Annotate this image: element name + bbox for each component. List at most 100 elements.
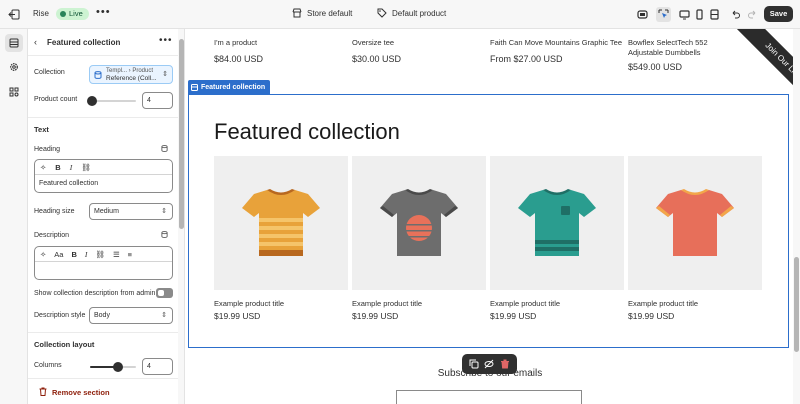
panel-scrollbar-thumb[interactable]: [179, 39, 184, 229]
dynamic-source-icon[interactable]: [161, 145, 168, 152]
heading-editor-content[interactable]: Featured collection: [35, 175, 172, 192]
save-button[interactable]: Save: [764, 6, 793, 22]
status-dot-icon: [60, 11, 66, 17]
remove-section-button[interactable]: Remove section: [28, 378, 178, 404]
columns-input[interactable]: 4: [142, 358, 173, 375]
redo-icon[interactable]: [745, 7, 760, 22]
product-tile[interactable]: I'm a product $84.00 USD: [214, 29, 334, 64]
app-name[interactable]: Rise: [33, 9, 49, 18]
product-name[interactable]: Faith Can Move Mountains Graphic Tee: [490, 38, 622, 48]
product-price: $19.99 USD: [490, 311, 537, 321]
bullet-list-icon[interactable]: ☰: [113, 250, 120, 259]
template-label: Default product: [392, 8, 447, 18]
gear-icon[interactable]: [5, 58, 23, 76]
product-name[interactable]: Bowflex SelectTech 552 Adjustable Dumbbe…: [628, 38, 736, 58]
theme-icon[interactable]: [635, 7, 650, 22]
numbered-list-icon[interactable]: ≡: [128, 250, 132, 259]
product-card[interactable]: Example product title $19.99 USD: [628, 156, 762, 321]
product-title[interactable]: Example product title: [352, 299, 486, 308]
product-card[interactable]: Example product title $19.99 USD: [490, 156, 624, 321]
product-price: From $27.00 USD: [490, 54, 563, 64]
section-heading: Featured collection: [214, 119, 400, 144]
product-image[interactable]: [490, 156, 624, 290]
sections-icon[interactable]: [5, 34, 23, 52]
product-image[interactable]: [628, 156, 762, 290]
heading-editor[interactable]: ✧ B I ⛓ Featured collection: [34, 159, 173, 193]
italic-icon[interactable]: I: [85, 250, 88, 259]
template-selector[interactable]: Default product: [377, 8, 446, 18]
product-name[interactable]: Oversize tee: [352, 38, 472, 48]
product-count-input[interactable]: 4: [142, 92, 173, 109]
italic-icon[interactable]: I: [70, 163, 73, 172]
tshirt-icon: [518, 189, 596, 256]
description-style-select[interactable]: Body ⇕: [89, 307, 173, 324]
product-price: $549.00 USD: [628, 62, 683, 72]
preview-scrollbar[interactable]: [793, 29, 800, 404]
newsletter-heading: Subscribe to our emails: [437, 368, 543, 379]
panel-scrollbar[interactable]: [178, 29, 184, 404]
show-description-label: Show collection description from admin: [34, 290, 156, 297]
preview-scrollbar-thumb[interactable]: [794, 257, 799, 352]
collection-ref-path: Templ... › Product: [106, 68, 154, 74]
collection-layout-title: Collection layout: [34, 340, 95, 349]
newsletter-ribbon[interactable]: Join Our List!: [734, 29, 800, 95]
product-image[interactable]: [214, 156, 348, 290]
product-count-label: Product count: [34, 96, 78, 103]
store-label: Store default: [307, 8, 353, 18]
panel-header: ‹ Featured collection •••: [28, 29, 178, 56]
description-label: Description: [34, 232, 70, 239]
product-card[interactable]: Example product title $19.99 USD: [352, 156, 486, 321]
product-tile[interactable]: Faith Can Move Mountains Graphic Tee Fro…: [490, 29, 622, 64]
undo-icon[interactable]: [728, 7, 743, 22]
trash-icon: [39, 387, 47, 396]
product-title[interactable]: Example product title: [490, 299, 624, 308]
fullscreen-view-icon[interactable]: [707, 7, 722, 22]
store-selector[interactable]: Store default: [292, 8, 352, 18]
link-icon[interactable]: ⛓: [95, 250, 105, 259]
product-title[interactable]: Example product title: [628, 299, 762, 308]
product-price: $19.99 USD: [628, 311, 675, 321]
product-title[interactable]: Example product title: [214, 299, 348, 308]
show-description-toggle[interactable]: [156, 288, 173, 298]
product-name[interactable]: I'm a product: [214, 38, 334, 48]
link-icon[interactable]: ⛓: [81, 163, 91, 172]
product-tile[interactable]: Bowflex SelectTech 552 Adjustable Dumbbe…: [628, 29, 736, 72]
columns-slider[interactable]: [90, 362, 136, 372]
product-count-slider-handle[interactable]: [87, 96, 98, 106]
heading-size-select[interactable]: Medium ⇕: [89, 203, 173, 220]
magic-icon[interactable]: ✧: [40, 163, 46, 172]
collection-reference-picker[interactable]: Templ... › Product Reference (Coll... ⇕: [89, 65, 173, 84]
more-actions-icon[interactable]: •••: [96, 6, 111, 18]
product-price: $19.99 USD: [352, 311, 399, 321]
product-card[interactable]: Example product title $19.99 USD: [214, 156, 348, 321]
text-format-icon[interactable]: Aa: [54, 250, 63, 259]
columns-slider-handle[interactable]: [112, 362, 123, 372]
left-rail: [0, 29, 28, 404]
panel-more-icon[interactable]: •••: [159, 35, 173, 46]
store-icon: [292, 8, 302, 18]
tshirt-icon: [656, 189, 734, 256]
chevron-updown-icon: ⇕: [162, 71, 168, 78]
product-tile[interactable]: Oversize tee $30.00 USD: [352, 29, 472, 64]
description-editor-content[interactable]: [35, 262, 172, 279]
desktop-view-icon[interactable]: [677, 7, 692, 22]
inspector-icon[interactable]: [656, 7, 671, 22]
mobile-view-icon[interactable]: [692, 7, 707, 22]
newsletter-email-field[interactable]: [396, 390, 582, 404]
exit-icon[interactable]: [8, 8, 21, 21]
description-editor[interactable]: ✧ Aa B I ⛓ ☰ ≡: [34, 246, 173, 280]
product-image[interactable]: [352, 156, 486, 290]
section-tag[interactable]: Featured collection: [188, 80, 271, 94]
preview-canvas: I'm a product $84.00 USD Oversize tee $3…: [185, 29, 800, 404]
magic-icon[interactable]: ✧: [40, 250, 46, 259]
apps-icon[interactable]: [5, 83, 23, 101]
bold-icon[interactable]: B: [71, 250, 76, 259]
product-price: $19.99 USD: [214, 311, 261, 321]
heading-label: Heading: [34, 146, 61, 153]
bold-icon[interactable]: B: [55, 163, 60, 172]
tag-icon: [377, 8, 387, 18]
back-icon[interactable]: ‹: [34, 37, 37, 47]
product-count-slider[interactable]: [87, 96, 136, 106]
dynamic-source-icon[interactable]: [161, 231, 168, 238]
ribbon-text[interactable]: Join Our List!: [737, 29, 800, 95]
